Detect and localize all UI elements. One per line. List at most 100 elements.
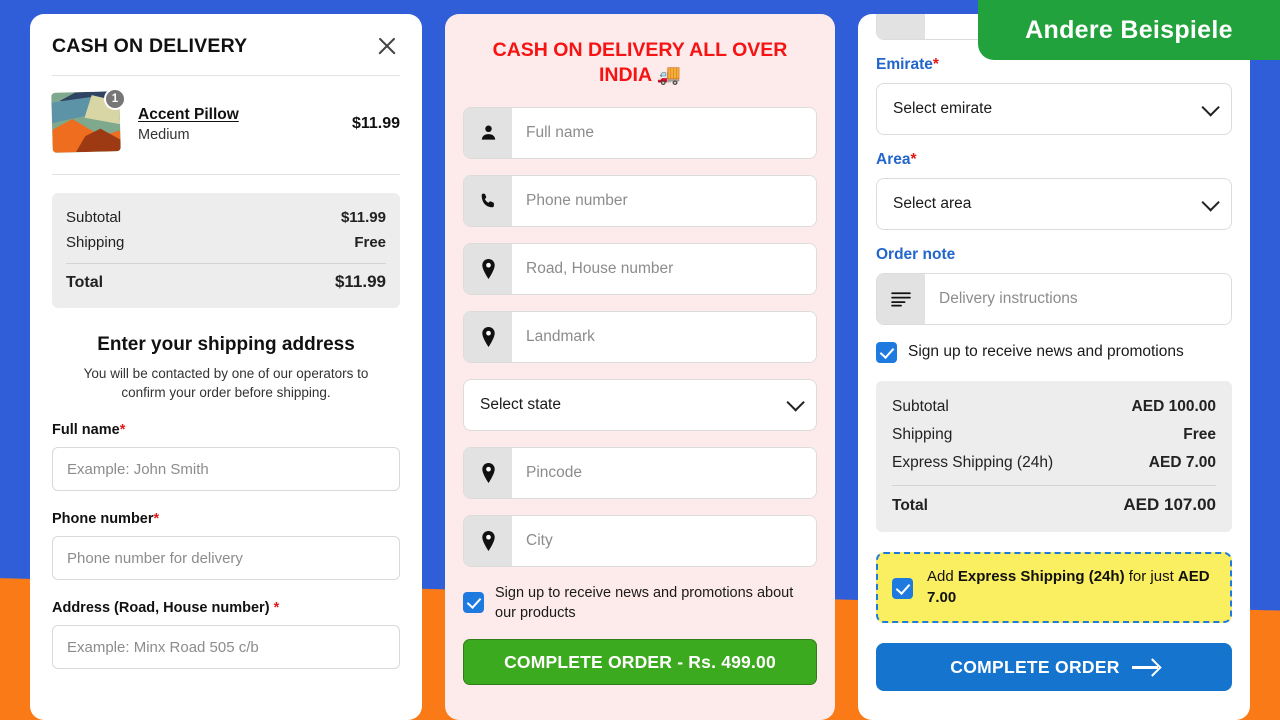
summary-row: Shipping Free — [892, 421, 1216, 449]
divider — [52, 174, 400, 175]
required-asterisk: * — [910, 151, 917, 168]
emirate-select[interactable]: Select emirate — [876, 83, 1232, 135]
divider — [892, 485, 1216, 486]
required-asterisk: * — [273, 600, 280, 617]
emirate-select-value: Select emirate — [893, 100, 993, 117]
location-pin-icon — [464, 515, 512, 566]
promo-bold-service: Express Shipping (24h) — [957, 568, 1125, 585]
complete-order-button[interactable]: COMPLETE ORDER - Rs. 499.00 — [463, 639, 817, 686]
newsletter-label: Sign up to receive news and promotions a… — [495, 584, 794, 621]
address-label: Address (Road, House number) * — [52, 600, 400, 616]
product-variant: Medium — [138, 126, 190, 143]
summary-label: Shipping — [892, 426, 953, 443]
state-select[interactable]: Select state — [463, 378, 817, 431]
summary-row: Shipping Free — [66, 230, 386, 255]
line-item-info: Accent Pillow Medium — [138, 106, 338, 143]
divider — [66, 263, 386, 264]
newsletter-checkbox[interactable] — [463, 591, 484, 613]
summary-value: Free — [1183, 426, 1216, 443]
summary-total-row: Total $11.99 — [66, 268, 386, 296]
phone-icon — [464, 175, 512, 226]
phone-number-field[interactable]: Phone number — [463, 174, 817, 227]
city-placeholder: City — [512, 515, 816, 566]
summary-row: Express Shipping (24h) AED 7.00 — [892, 449, 1216, 477]
order-note-placeholder: Delivery instructions — [925, 274, 1231, 324]
summary-value: $11.99 — [340, 209, 386, 226]
landmark-field[interactable]: Landmark — [463, 310, 817, 363]
summary-value: Free — [354, 234, 386, 251]
field-icon — [877, 14, 925, 39]
label-text: Phone number — [52, 511, 154, 528]
line-item: 1 Accent Pillow Medium $11.99 — [51, 76, 400, 174]
cash-on-delivery-panel: CASH ON DELIVERY 1 Accent Pillow Medium … — [30, 14, 422, 720]
product-name-link[interactable]: Accent Pillow — [138, 106, 338, 124]
summary-label: Subtotal — [66, 209, 122, 226]
product-price: $11.99 — [351, 115, 400, 132]
order-note-field[interactable]: Delivery instructions — [876, 273, 1232, 325]
location-pin-icon — [464, 243, 512, 294]
city-field[interactable]: City — [463, 514, 817, 567]
express-shipping-checkbox[interactable] — [892, 577, 913, 599]
area-select-value: Select area — [893, 195, 972, 212]
phone-number-input[interactable]: Phone number for delivery — [52, 536, 400, 581]
address-input[interactable]: Example: Minx Road 505 c/b — [52, 625, 400, 670]
landmark-placeholder: Landmark — [512, 311, 816, 362]
chevron-down-icon — [786, 393, 805, 412]
promo-prefix: Add — [927, 568, 958, 585]
location-pin-icon — [464, 447, 512, 498]
phone-number-placeholder: Phone number — [512, 175, 816, 226]
location-pin-icon — [464, 311, 512, 362]
express-shipping-upsell[interactable]: Add Express Shipping (24h) for just AED … — [876, 552, 1232, 624]
label-text: Full name — [52, 422, 120, 439]
quantity-badge: 1 — [104, 88, 126, 110]
required-asterisk: * — [153, 511, 160, 528]
newsletter-checkbox[interactable] — [876, 342, 897, 363]
andere-beispiele-banner[interactable]: Andere Beispiele — [978, 0, 1280, 60]
required-asterisk: * — [932, 56, 939, 73]
full-name-input[interactable]: Example: John Smith — [52, 447, 400, 492]
shipping-section-title: Enter your shipping address — [97, 334, 355, 355]
summary-label: Shipping — [66, 234, 125, 251]
promo-middle: for just — [1124, 568, 1178, 585]
complete-order-button[interactable]: COMPLETE ORDER — [876, 643, 1232, 692]
order-note-label: Order note — [876, 246, 956, 263]
total-value: AED 107.00 — [1123, 495, 1216, 514]
label-text: Emirate — [876, 56, 933, 73]
summary-row: Subtotal AED 100.00 — [892, 393, 1216, 421]
road-house-field[interactable]: Road, House number — [463, 242, 817, 295]
state-select-value: Select state — [480, 395, 561, 413]
arrow-right-icon — [1131, 666, 1158, 669]
summary-value: AED 100.00 — [1131, 398, 1216, 415]
required-asterisk: * — [119, 422, 126, 439]
area-select[interactable]: Select area — [876, 178, 1232, 230]
newsletter-checkbox-row[interactable]: Sign up to receive news and promotions — [876, 341, 1232, 363]
total-label: Total — [66, 274, 104, 291]
full-name-placeholder: Full name — [512, 107, 816, 158]
summary-total-row: Total AED 107.00 — [892, 490, 1216, 520]
emirate-checkout-panel: Emirate* Select emirate Area* Select are… — [858, 14, 1250, 720]
total-label: Total — [892, 497, 928, 514]
phone-number-label: Phone number* — [52, 511, 400, 527]
full-name-label: Full name* — [52, 422, 400, 438]
product-thumbnail: 1 — [51, 88, 126, 156]
label-text: Area — [876, 151, 911, 168]
note-lines-icon — [877, 274, 925, 324]
panel1-header: CASH ON DELIVERY — [52, 14, 400, 75]
close-icon[interactable] — [374, 33, 400, 59]
chevron-down-icon — [1201, 97, 1220, 117]
express-shipping-text: Add Express Shipping (24h) for just AED … — [927, 567, 1216, 608]
shipping-section-subtitle: You will be contacted by one of our oper… — [83, 366, 369, 401]
cod-india-panel: CASH ON DELIVERY ALL OVER INDIA 🚚 Full n… — [445, 14, 835, 720]
newsletter-checkbox-row[interactable]: Sign up to receive news and promotions a… — [463, 583, 817, 624]
order-summary: Subtotal $11.99 Shipping Free Total $11.… — [52, 193, 400, 308]
summary-row: Subtotal $11.99 — [66, 205, 386, 230]
pincode-field[interactable]: Pincode — [463, 446, 817, 499]
complete-order-label: COMPLETE ORDER — [950, 656, 1120, 677]
order-summary: Subtotal AED 100.00 Shipping Free Expres… — [876, 381, 1232, 532]
summary-value: AED 7.00 — [1148, 454, 1216, 471]
summary-label: Express Shipping (24h) — [892, 454, 1054, 471]
chevron-down-icon — [1201, 192, 1220, 212]
person-icon — [464, 107, 512, 158]
label-text: Address (Road, House number) — [52, 600, 270, 617]
full-name-field[interactable]: Full name — [463, 106, 817, 159]
